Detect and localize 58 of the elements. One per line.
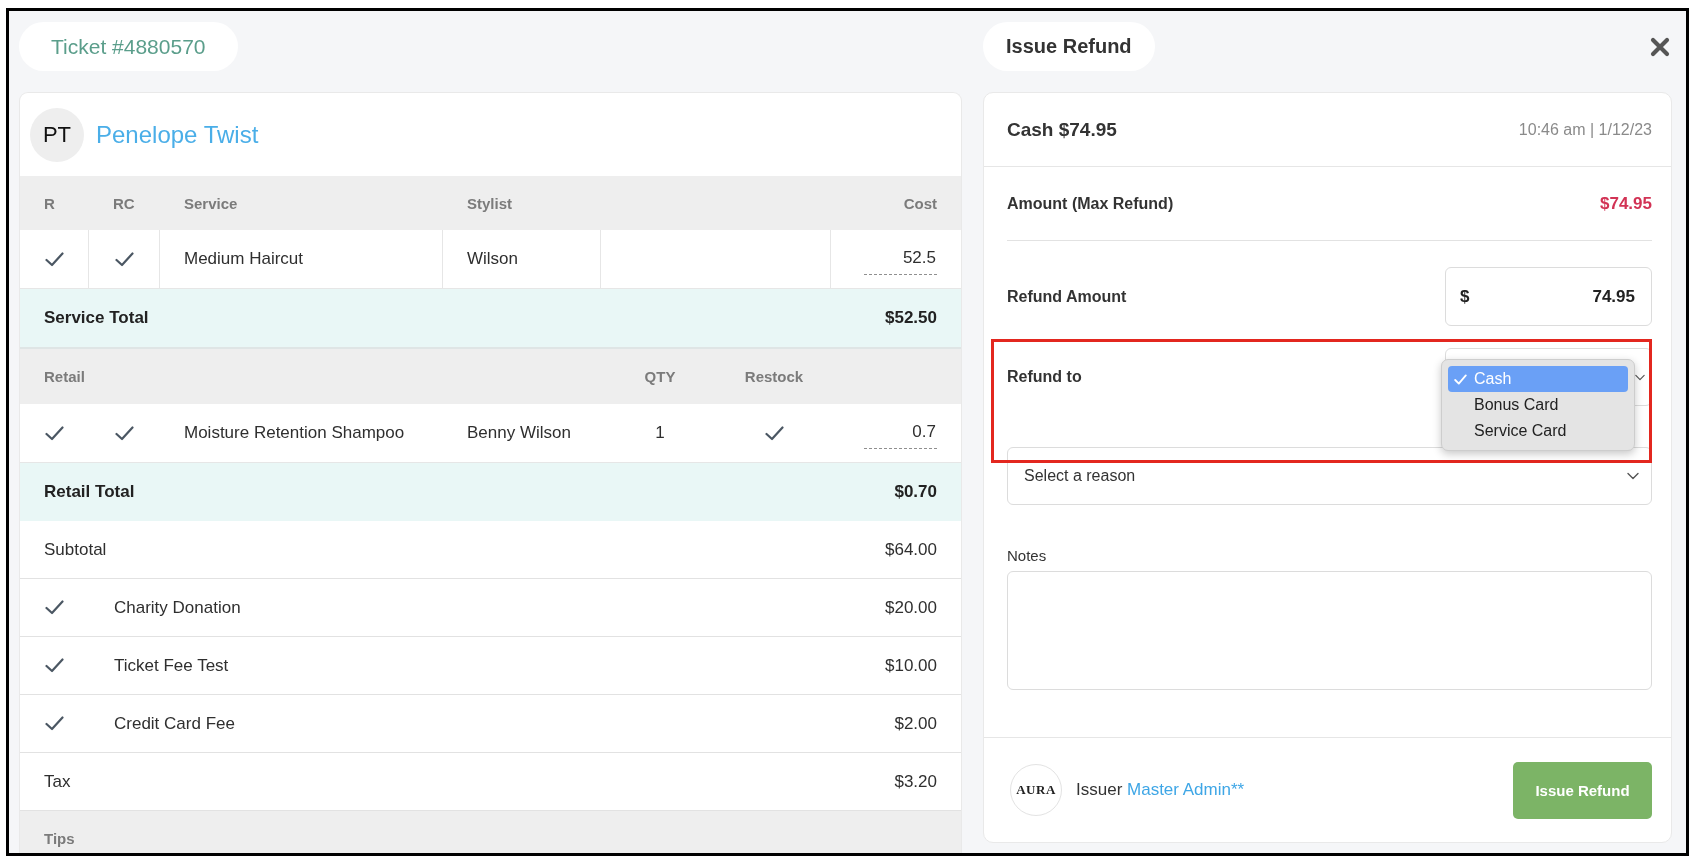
customer-avatar: PT [30,107,84,162]
check-icon[interactable] [115,425,134,441]
fee-label: Credit Card Fee [114,713,235,734]
check-icon[interactable] [45,600,64,615]
summary-label: Tax [44,771,71,792]
check-icon[interactable] [45,425,64,441]
notes-field[interactable] [1007,571,1652,690]
cost-field[interactable]: 0.7 [864,421,937,449]
field-label: Refund to [1007,368,1082,386]
field-label: Notes [1007,547,1048,565]
summary-value: $64.00 [885,539,937,560]
summary-value: $20.00 [885,597,937,618]
summary-label: Subtotal [44,539,107,560]
column-header: Retail [43,368,86,385]
chevron-down-icon[interactable] [1627,472,1639,480]
column-header: RC [112,194,136,212]
table-cell-text: Benny Wilson [466,422,572,444]
max-refund-value: $74.95 [1600,193,1652,214]
fee-label: Ticket Fee Test [114,655,229,676]
check-icon[interactable] [45,716,64,731]
check-icon[interactable] [764,425,784,441]
table-cell-text: 1 [654,422,666,444]
total-value: $52.50 [885,308,937,328]
column-header: Restock [743,368,805,385]
check-icon [1454,373,1467,385]
check-icon[interactable] [44,251,64,267]
check-icon[interactable] [114,251,134,267]
field-label: Amount (Max Refund) [1007,194,1174,213]
total-label: Retail Total [44,482,135,502]
payment-label: Cash $74.95 [1007,118,1117,141]
column-header: Stylist [466,194,513,212]
check-icon[interactable] [45,658,64,673]
fee-label: Charity Donation [114,597,241,618]
chevron-down-icon[interactable] [1635,373,1645,381]
reason-select[interactable]: Select a reason [1007,447,1652,505]
column-header: QTY [643,368,677,385]
column-header: R [43,194,56,212]
column-header: Tips [43,829,76,847]
ticket-title: Ticket #4880570 [19,22,238,71]
total-value: $0.70 [894,482,937,502]
panel-title: Issue Refund [983,22,1155,71]
payment-time: 10:46 am | 1/12/23 [1518,120,1652,139]
dropdown-option[interactable]: Bonus Card [1448,392,1628,418]
table-cell: Wilson [443,230,601,288]
close-icon[interactable] [1650,36,1670,57]
cost-field[interactable]: 52.5 [864,247,937,275]
summary-value: $2.00 [894,713,937,734]
summary-value: $3.20 [894,771,937,792]
total-label: Service Total [44,308,149,328]
column-header: Cost [902,194,938,212]
column-header: Service [183,194,239,212]
table-cell: Medium Haircut [160,230,443,288]
dropdown-option[interactable]: Service Card [1448,418,1628,444]
refund-amount-field[interactable]: $ 74.95 [1445,267,1652,326]
issuer-text: Issuer Master Admin** [1076,780,1245,800]
field-label: Refund Amount [1007,287,1127,306]
summary-value: $10.00 [885,655,937,676]
table-cell-text: Moisture Retention Shampoo [183,422,406,444]
